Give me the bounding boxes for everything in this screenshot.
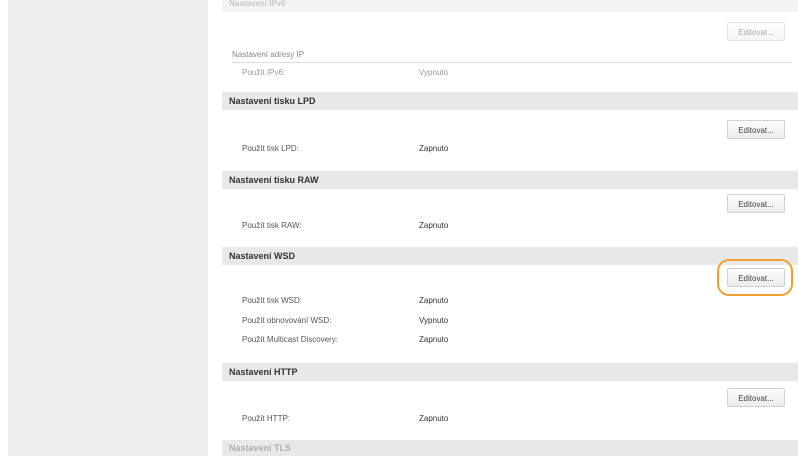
multicast-discovery-label: Použít Multicast Discovery: (242, 335, 339, 344)
edit-lpd-button[interactable]: Editovat... (727, 120, 785, 139)
wsd-refresh-label: Použít obnovování WSD: (242, 316, 332, 325)
wsd-print-label: Použít tisk WSD: (242, 296, 303, 305)
tls-section-header: Nastavení TLS (222, 440, 798, 456)
raw-section-header: Nastavení tisku RAW (222, 171, 798, 189)
lpd-section-header: Nastavení tisku LPD (222, 92, 798, 110)
http-value: Zapnuto (419, 414, 449, 423)
ipv6-section-header: Nastavení IPv6 (222, 0, 798, 12)
ipv6-value: Vypnuto (419, 68, 449, 77)
ipv6-row: Použít IPv6: Vypnuto (222, 66, 782, 80)
raw-value: Zapnuto (419, 221, 449, 230)
http-section-header: Nastavení HTTP (222, 363, 798, 381)
http-row: Použít HTTP: Zapnuto (222, 412, 782, 426)
lpd-label: Použít tisk LPD: (242, 144, 299, 153)
settings-page: Nastavení IPv6 Editovat... Nastavení adr… (0, 0, 798, 456)
wsd-print-value: Zapnuto (419, 296, 449, 305)
wsd-refresh-value: Vypnuto (419, 316, 449, 325)
wsd-refresh-row: Použít obnovování WSD: Vypnuto (222, 314, 782, 328)
raw-label: Použít tisk RAW: (242, 221, 302, 230)
multicast-discovery-value: Zapnuto (419, 335, 449, 344)
raw-row: Použít tisk RAW: Zapnuto (222, 219, 782, 233)
http-label: Použít HTTP: (242, 414, 291, 423)
ip-address-subheading: Nastavení adresy IP (232, 48, 792, 63)
edit-raw-button[interactable]: Editovat... (727, 194, 785, 213)
network-settings-content: Nastavení IPv6 Editovat... Nastavení adr… (222, 0, 798, 456)
ipv6-label: Použít IPv6: (242, 68, 286, 77)
lpd-value: Zapnuto (419, 144, 449, 153)
edit-ipv6-button[interactable]: Editovat... (727, 22, 785, 41)
left-navigation-panel (8, 0, 208, 456)
wsd-print-row: Použít tisk WSD: Zapnuto (222, 294, 782, 308)
edit-http-button[interactable]: Editovat... (727, 388, 785, 407)
edit-wsd-button[interactable]: Editovat... (727, 268, 785, 287)
lpd-row: Použít tisk LPD: Zapnuto (222, 142, 782, 156)
wsd-section-header: Nastavení WSD (222, 247, 798, 265)
multicast-discovery-row: Použít Multicast Discovery: Zapnuto (222, 333, 782, 347)
